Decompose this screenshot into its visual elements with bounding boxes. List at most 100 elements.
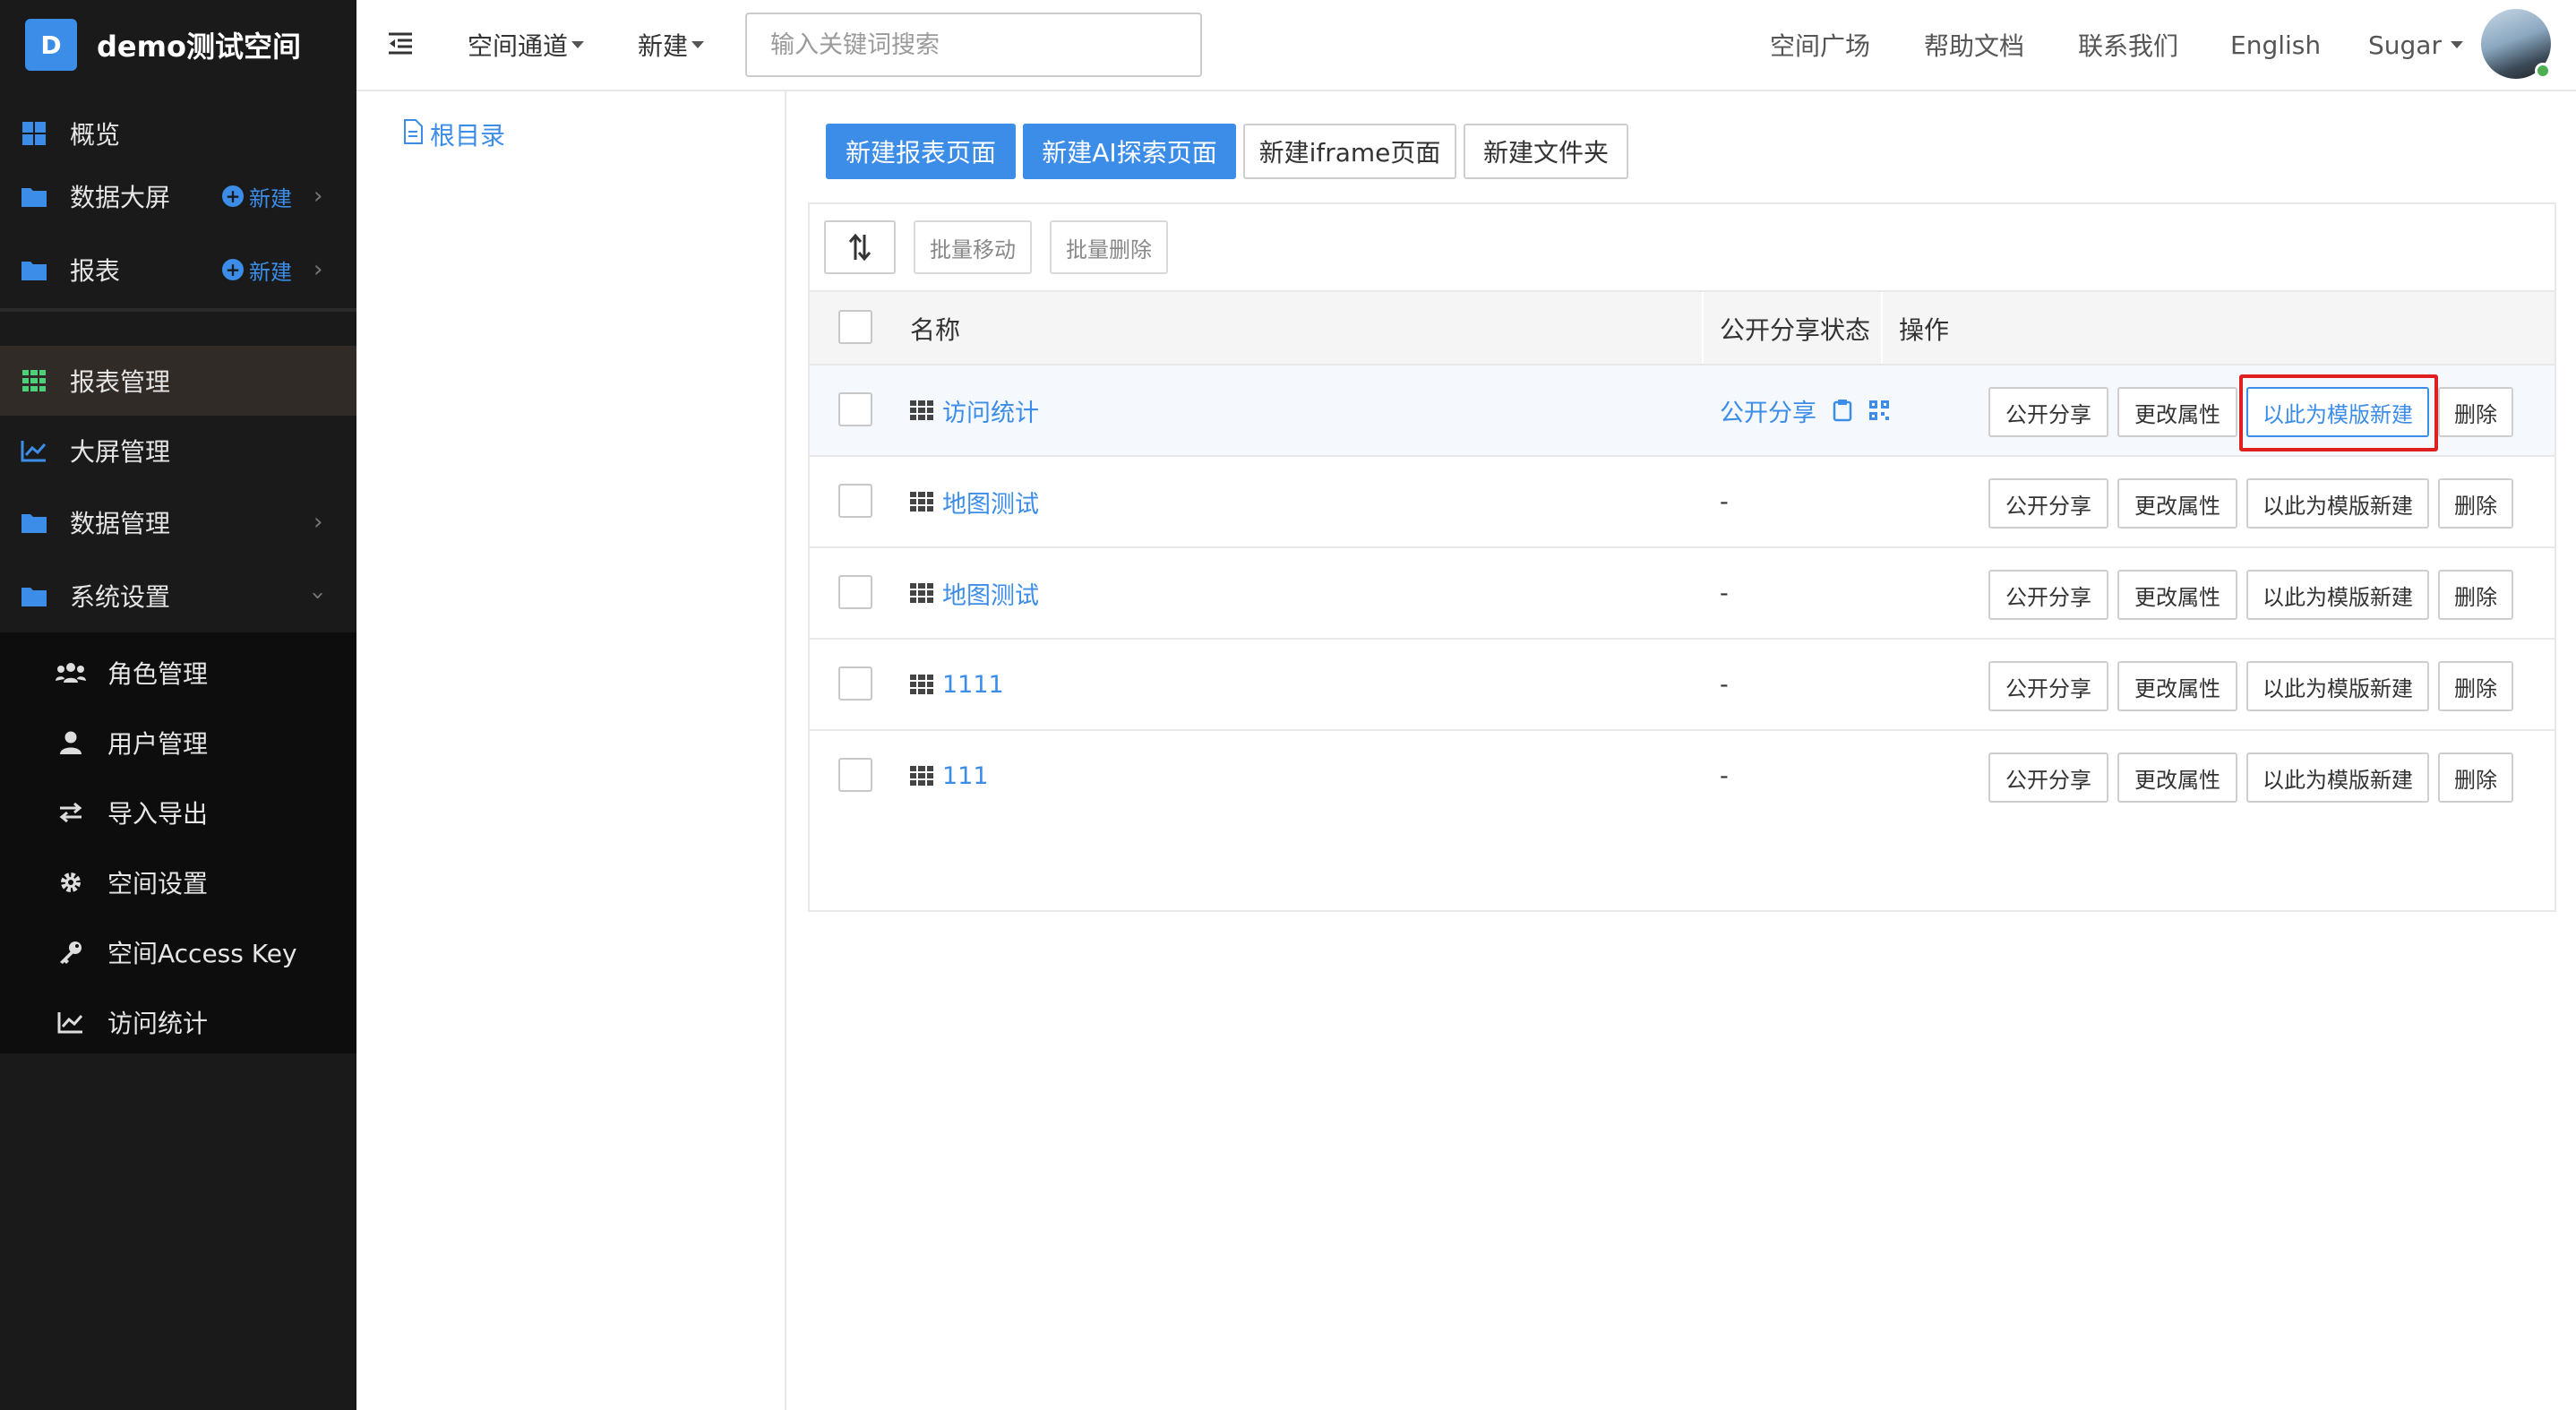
edit-properties-button[interactable]: 更改属性 bbox=[2117, 661, 2237, 711]
column-header-actions: 操作 bbox=[1899, 315, 1950, 345]
public-share-button[interactable]: 公开分享 bbox=[1988, 752, 2108, 803]
user-icon bbox=[56, 727, 86, 758]
report-name-link[interactable]: 地图测试 bbox=[910, 548, 1039, 638]
sidebar-item-label: 空间Access Key bbox=[107, 939, 297, 968]
row-checkbox[interactable] bbox=[838, 666, 872, 701]
sidebar-item-roles[interactable]: 角色管理 bbox=[0, 645, 356, 701]
sidebar-item-visit-stats[interactable]: 访问统计 bbox=[0, 994, 356, 1050]
table-row: 地图测试 - 公开分享 更改属性 以此为模版新建 删除 bbox=[810, 546, 2555, 638]
public-share-button[interactable]: 公开分享 bbox=[1988, 478, 2108, 529]
new-dropdown[interactable]: 新建 bbox=[638, 0, 705, 90]
new-report-button[interactable]: + 新建 bbox=[222, 254, 292, 286]
sidebar-item-label: 角色管理 bbox=[107, 659, 209, 689]
folder-icon bbox=[20, 508, 48, 537]
public-share-link[interactable]: 公开分享 bbox=[1720, 393, 1816, 428]
table-row: 访问统计 公开分享 公开分享 更改属性 以此为模版新建 删除 bbox=[810, 364, 2555, 455]
table-grid-icon bbox=[910, 766, 933, 786]
report-name-link[interactable]: 111 bbox=[910, 731, 989, 821]
select-all-checkbox[interactable] bbox=[838, 310, 872, 344]
sidebar-item-data-management[interactable]: 数据管理 › bbox=[0, 494, 356, 550]
search-input[interactable] bbox=[745, 13, 1202, 77]
space-channel-dropdown[interactable]: 空间通道 bbox=[468, 0, 585, 90]
new-folder-button[interactable]: 新建文件夹 bbox=[1464, 124, 1628, 179]
sidebar-item-space-settings[interactable]: 空间设置 bbox=[0, 855, 356, 910]
folder-icon bbox=[20, 182, 48, 211]
row-checkbox[interactable] bbox=[838, 484, 872, 518]
public-share-button[interactable]: 公开分享 bbox=[1988, 570, 2108, 620]
new-iframe-page-button[interactable]: 新建iframe页面 bbox=[1243, 124, 1456, 179]
share-status-cell: - bbox=[1720, 670, 1729, 699]
folder-icon bbox=[20, 255, 48, 284]
tree-root-item[interactable]: 根目录 bbox=[403, 116, 505, 152]
create-from-template-button[interactable]: 以此为模版新建 bbox=[2246, 387, 2429, 437]
table-header: 名称 公开分享状态 操作 bbox=[810, 290, 2555, 365]
clipboard-icon[interactable] bbox=[1833, 399, 1852, 422]
share-status-cell: - bbox=[1720, 579, 1729, 607]
sort-toggle-button[interactable] bbox=[824, 220, 896, 274]
sidebar-item-report-management[interactable]: 报表管理 bbox=[0, 346, 356, 416]
sidebar-item-reports[interactable]: 报表 + 新建 › bbox=[0, 242, 356, 297]
report-name-link[interactable]: 访问统计 bbox=[910, 365, 1039, 455]
sidebar-item-users[interactable]: 用户管理 bbox=[0, 715, 356, 770]
sidebar-item-label: 空间设置 bbox=[107, 869, 209, 898]
top-header: 空间通道 新建 空间广场 帮助文档 联系我们 English Sugar bbox=[356, 0, 2576, 91]
report-name-link[interactable]: 地图测试 bbox=[910, 457, 1039, 546]
link-contact-us[interactable]: 联系我们 bbox=[2078, 0, 2178, 90]
sidebar-item-access-key[interactable]: 空间Access Key bbox=[0, 924, 356, 980]
caret-down-icon bbox=[571, 41, 585, 48]
row-checkbox[interactable] bbox=[838, 392, 872, 426]
sidebar-item-label: 用户管理 bbox=[107, 729, 209, 759]
batch-move-button[interactable]: 批量移动 bbox=[914, 220, 1032, 274]
brand[interactable]: D demo测试空间 bbox=[0, 0, 356, 90]
sidebar-item-screen-management[interactable]: 大屏管理 bbox=[0, 423, 356, 478]
sidebar-item-screens[interactable]: 数据大屏 + 新建 › bbox=[0, 168, 356, 224]
link-help-docs[interactable]: 帮助文档 bbox=[1924, 0, 2024, 90]
online-status-dot bbox=[2535, 63, 2551, 79]
user-menu[interactable]: Sugar bbox=[2368, 0, 2463, 90]
new-ai-page-button[interactable]: 新建AI探索页面 bbox=[1023, 124, 1236, 179]
table-grid-icon bbox=[20, 366, 48, 395]
delete-button[interactable]: 删除 bbox=[2438, 478, 2513, 529]
sidebar-toggle-icon[interactable] bbox=[387, 30, 414, 57]
batch-delete-button[interactable]: 批量删除 bbox=[1050, 220, 1168, 274]
delete-button[interactable]: 删除 bbox=[2438, 387, 2513, 437]
share-status-cell: - bbox=[1720, 487, 1729, 516]
report-name-link[interactable]: 1111 bbox=[910, 640, 1004, 729]
grid-icon bbox=[20, 119, 48, 148]
create-from-template-button[interactable]: 以此为模版新建 bbox=[2246, 570, 2429, 620]
caret-down-icon bbox=[691, 41, 705, 48]
edit-properties-button[interactable]: 更改属性 bbox=[2117, 752, 2237, 803]
link-space-plaza[interactable]: 空间广场 bbox=[1770, 0, 1870, 90]
edit-properties-button[interactable]: 更改属性 bbox=[2117, 570, 2237, 620]
plus-icon: + bbox=[222, 259, 244, 280]
create-from-template-button[interactable]: 以此为模版新建 bbox=[2246, 752, 2429, 803]
delete-button[interactable]: 删除 bbox=[2438, 661, 2513, 711]
public-share-button[interactable]: 公开分享 bbox=[1988, 661, 2108, 711]
sidebar-item-system-settings[interactable]: 系统设置 › bbox=[0, 568, 356, 623]
sidebar-item-label: 报表管理 bbox=[70, 367, 171, 397]
sidebar-item-import-export[interactable]: 导入导出 bbox=[0, 785, 356, 840]
plus-icon: + bbox=[222, 185, 244, 207]
brand-name: demo测试空间 bbox=[97, 30, 301, 64]
public-share-button[interactable]: 公开分享 bbox=[1988, 387, 2108, 437]
sidebar-item-overview[interactable]: 概览 bbox=[0, 106, 356, 161]
language-switch[interactable]: English bbox=[2230, 0, 2321, 90]
create-from-template-button[interactable]: 以此为模版新建 bbox=[2246, 661, 2429, 711]
sort-icon bbox=[848, 233, 872, 262]
delete-button[interactable]: 删除 bbox=[2438, 752, 2513, 803]
new-screen-button[interactable]: + 新建 bbox=[222, 181, 292, 212]
caret-down-icon bbox=[2450, 41, 2463, 48]
delete-button[interactable]: 删除 bbox=[2438, 570, 2513, 620]
table-grid-icon bbox=[910, 675, 933, 694]
create-from-template-button[interactable]: 以此为模版新建 bbox=[2246, 478, 2429, 529]
new-report-page-button[interactable]: 新建报表页面 bbox=[826, 124, 1016, 179]
row-checkbox[interactable] bbox=[838, 758, 872, 792]
edit-properties-button[interactable]: 更改属性 bbox=[2117, 478, 2237, 529]
key-icon bbox=[56, 937, 86, 967]
sidebar-item-label: 大屏管理 bbox=[70, 437, 171, 467]
sidebar-item-label: 报表 bbox=[70, 256, 121, 286]
row-checkbox[interactable] bbox=[838, 575, 872, 609]
column-divider bbox=[1702, 292, 1704, 365]
edit-properties-button[interactable]: 更改属性 bbox=[2117, 387, 2237, 437]
qrcode-icon[interactable] bbox=[1868, 400, 1890, 421]
